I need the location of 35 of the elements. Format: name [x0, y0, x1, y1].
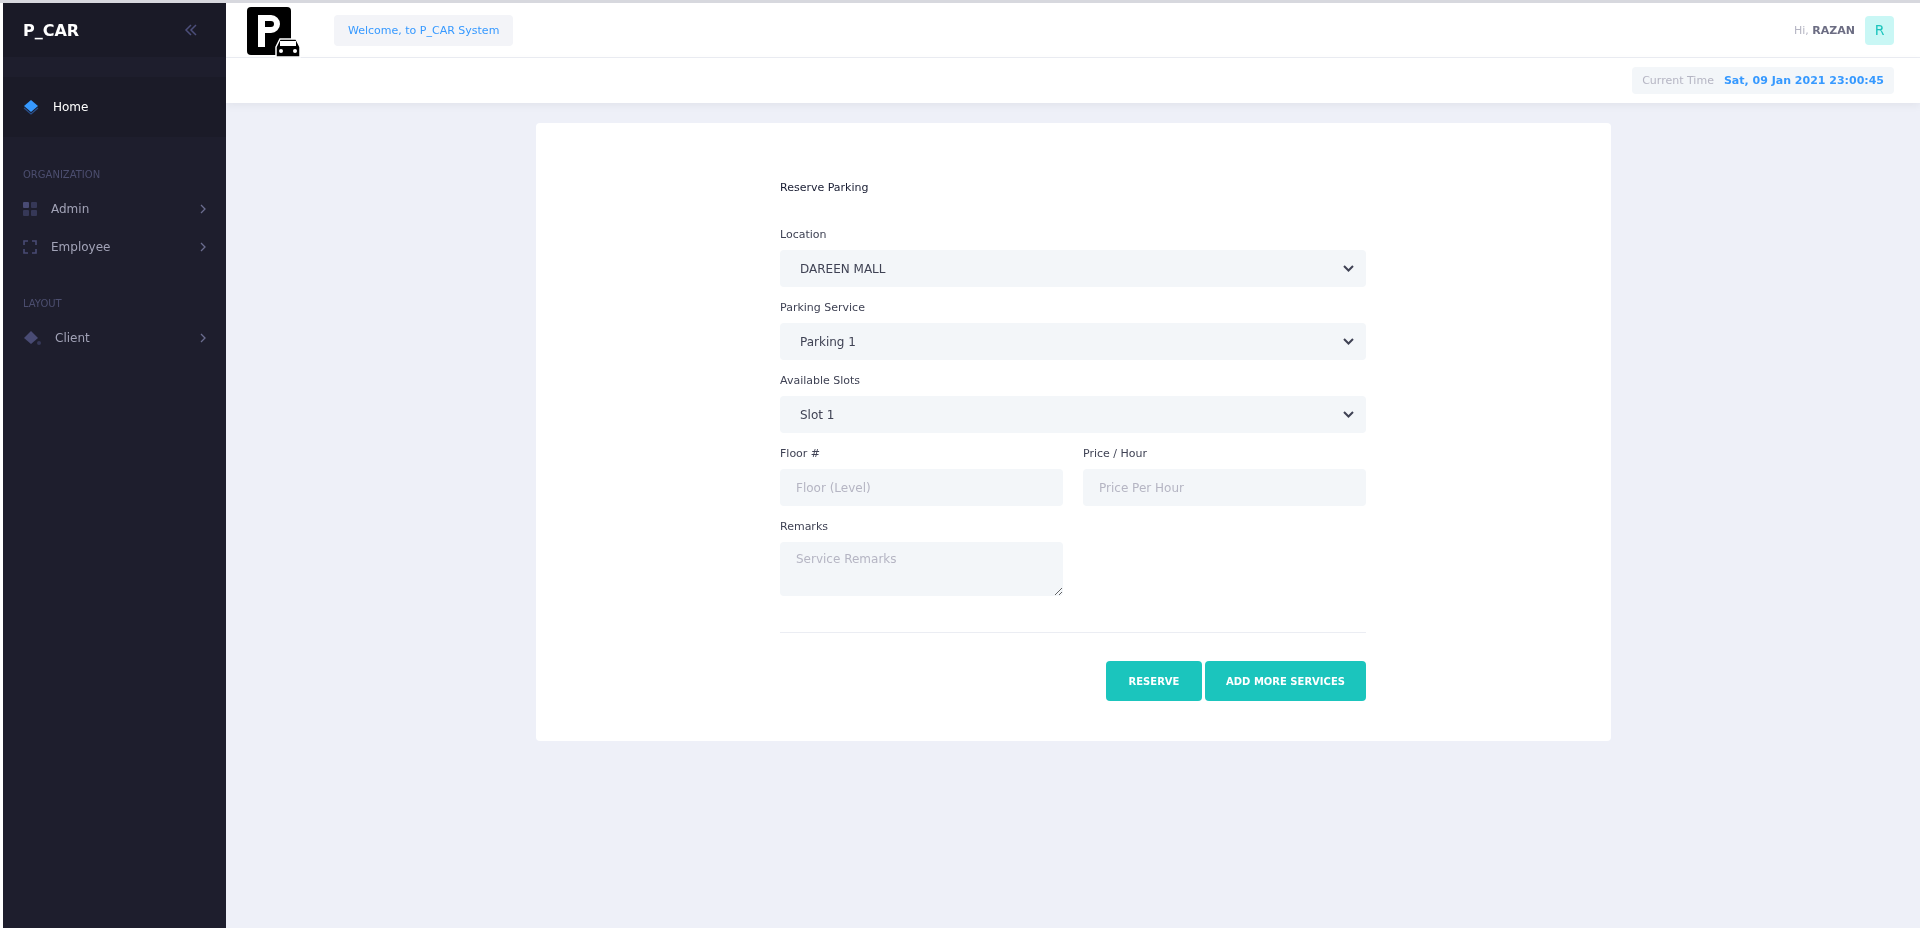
remarks-field[interactable]: Service Remarks	[780, 542, 1063, 596]
field-label: Parking Service	[780, 301, 866, 314]
input-field[interactable]: Price Per Hour	[1083, 469, 1366, 506]
user-greeting: Hi, RAZAN	[1794, 23, 1855, 37]
chevron-down-icon	[1343, 338, 1354, 345]
chevron-down-icon	[1343, 411, 1354, 418]
field-label: Price / Hour	[1083, 447, 1149, 460]
chevron-down-icon	[1343, 265, 1354, 272]
field-label: Floor #	[780, 447, 822, 460]
select-field[interactable]: DAREEN MALL	[780, 250, 1366, 287]
field-label: Available Slots	[780, 374, 862, 387]
input-field[interactable]: Floor (Level)	[780, 469, 1063, 506]
sidebar-item[interactable]: Client	[3, 319, 226, 357]
brand-name: P_CAR	[23, 20, 80, 40]
sidebar-item[interactable]: Admin	[3, 190, 226, 228]
time-label: Current Time	[1642, 74, 1714, 87]
section-heading: ORGANIZATION	[22, 168, 102, 182]
chevron-right-icon	[200, 242, 206, 252]
frame-icon	[23, 240, 37, 254]
collapse-icon[interactable]	[184, 24, 198, 36]
select-field[interactable]: Slot 1	[780, 396, 1366, 433]
field-label: Location	[780, 228, 828, 241]
paint-bucket-icon	[23, 330, 41, 346]
chevron-right-icon	[200, 333, 206, 343]
welcome-banner: Welcome, to P_CAR System	[334, 14, 514, 46]
field-label: Remarks	[780, 520, 829, 533]
sidebar-item[interactable]: Home	[3, 77, 226, 137]
chevron-right-icon	[200, 204, 206, 214]
layers-icon	[23, 99, 39, 115]
sidebar-item[interactable]: Employee	[3, 228, 226, 266]
section-heading: LAYOUT	[22, 297, 63, 311]
select-field[interactable]: Parking 1	[780, 323, 1366, 360]
form-title: Reserve Parking	[780, 181, 870, 194]
grid-icon	[23, 202, 37, 216]
time-value: Sat, 09 Jan 2021 23:00:45	[1723, 74, 1884, 87]
